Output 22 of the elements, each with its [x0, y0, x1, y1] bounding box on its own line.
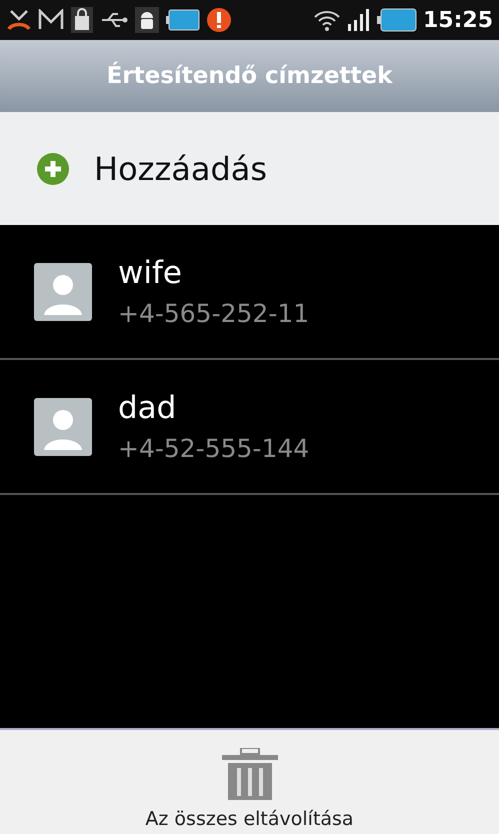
battery-icon: [376, 8, 417, 32]
mail-icon: [38, 9, 64, 31]
signal-icon: [346, 8, 371, 32]
alert-icon: [206, 7, 232, 33]
avatar-icon: [34, 398, 92, 456]
wifi-icon: [312, 8, 341, 32]
clock-time: 15:25: [422, 8, 493, 32]
usb-icon: [100, 11, 128, 29]
contact-phone: +4-565-252-11: [118, 299, 310, 328]
contact-name: wife: [118, 255, 183, 291]
contact-name: dad: [118, 390, 178, 426]
trash-icon: [222, 748, 278, 800]
plus-icon: [36, 152, 70, 186]
contact-phone: +4-52-555-144: [118, 434, 310, 463]
contact-item[interactable]: dad +4-52-555-144: [0, 360, 499, 495]
screen-title: Értesítendő címzettek: [106, 63, 392, 89]
contact-item[interactable]: wife +4-565-252-11: [0, 225, 499, 360]
add-button[interactable]: Hozzáadás: [0, 112, 499, 225]
remove-all-button[interactable]: Az összes eltávolítása: [0, 728, 499, 834]
battery-icon: [166, 9, 200, 31]
lock-icon: [70, 6, 94, 34]
avatar-icon: [34, 262, 92, 320]
